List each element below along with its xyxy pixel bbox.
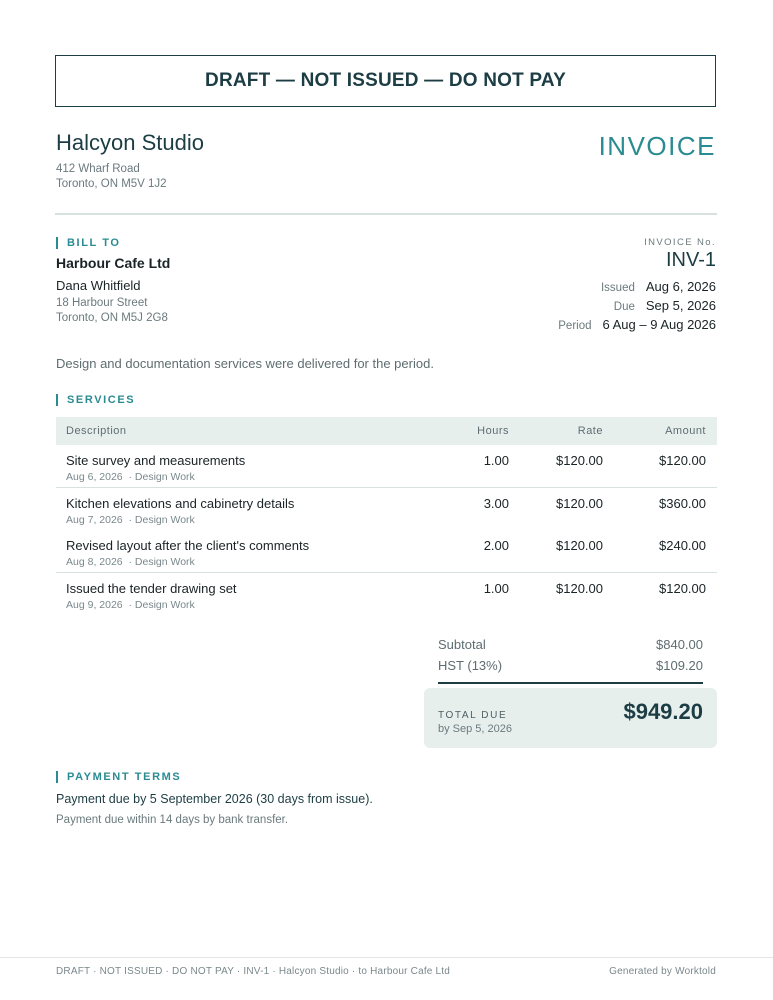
draft-banner: DRAFT — NOT ISSUED — DO NOT PAY (55, 55, 716, 107)
row-meta: Aug 9, 2026 · Design Work (66, 599, 436, 611)
row-title: Revised layout after the client's commen… (66, 538, 310, 553)
due-date: Sep 5, 2026 (645, 298, 716, 313)
row-amount: $240.00 (659, 538, 706, 553)
total-due-amount: $949.20 (623, 699, 703, 724)
issued-label: Issued (600, 282, 635, 294)
invoice-page: DRAFT — NOT ISSUED — DO NOT PAY Halcyon … (0, 0, 773, 1000)
subtotal-value: $840.00 (656, 637, 703, 652)
row-rate: $120.00 (556, 453, 603, 468)
row-rate: $120.00 (556, 538, 603, 553)
table-row: Kitchen elevations and cabinetry details… (56, 488, 717, 531)
row-date: Aug 6, 2026 (66, 471, 123, 483)
company-address-line1: 412 Wharf Road (56, 163, 140, 175)
tax-label: HST (13%) (438, 658, 503, 673)
services-table: Description Hours Rate Amount Site surve… (56, 417, 717, 615)
invoice-dates: Issued Aug 6, 2026 Due Sep 5, 2026 Perio… (558, 279, 716, 336)
tax-value: $109.20 (656, 658, 703, 673)
row-rate: $120.00 (556, 580, 603, 596)
row-hours: 3.00 (483, 495, 509, 511)
row-date: Aug 7, 2026 (66, 513, 123, 526)
row-amount: $120.00 (659, 453, 706, 468)
row-date: Aug 8, 2026 (66, 556, 123, 568)
row-title: Issued the tender drawing set (66, 580, 237, 596)
payment-terms-main: Payment due by 5 September 2026 (30 days… (56, 792, 373, 806)
table-row: Issued the tender drawing set Aug 9, 202… (56, 573, 717, 616)
invoice-number-label: INVOICE No. (644, 237, 716, 248)
row-category: · Design Work (128, 513, 195, 526)
bill-to-contact: Dana Whitfield (56, 278, 141, 293)
column-rate: Rate (577, 425, 603, 437)
invoice-number: INV-1 (665, 249, 716, 271)
issued-date: Aug 6, 2026 (645, 279, 716, 294)
row-hours: 2.00 (483, 538, 509, 553)
totals-block: Subtotal $840.00 HST (13%) $109.20 (438, 637, 703, 684)
row-category: · Design Work (128, 471, 195, 483)
row-title: Kitchen elevations and cabinetry details (66, 495, 295, 511)
column-amount: Amount (665, 425, 706, 437)
issued-row: Issued Aug 6, 2026 (558, 279, 716, 298)
payment-terms-sub: Payment due within 14 days by bank trans… (56, 814, 289, 826)
total-due-label: TOTAL DUE (438, 710, 508, 721)
totals-divider (438, 682, 703, 684)
row-category: · Design Work (128, 556, 195, 568)
document-title: INVOICE (598, 131, 716, 161)
row-amount: $120.00 (659, 580, 706, 596)
total-due-box: TOTAL DUE by Sep 5, 2026 $949.20 (424, 688, 717, 748)
table-row: Revised layout after the client's commen… (56, 530, 717, 573)
column-description: Description (66, 425, 127, 437)
bill-to-address: 18 Harbour Street Toronto, ON M5J 2G8 (56, 296, 168, 325)
bill-to-address-line2: Toronto, ON M5J 2G8 (56, 311, 168, 324)
row-date: Aug 9, 2026 (66, 598, 123, 611)
footer-right-text: Generated by Worktold (609, 966, 716, 977)
total-due-by: by Sep 5, 2026 (438, 723, 513, 735)
row-rate: $120.00 (556, 495, 603, 511)
footer-left-text: DRAFT · NOT ISSUED · DO NOT PAY · INV-1 … (56, 966, 451, 977)
table-row: Site survey and measurements Aug 6, 2026… (56, 445, 717, 488)
period-label: Period (558, 320, 592, 332)
row-amount: $360.00 (659, 495, 706, 511)
footer-divider (0, 957, 773, 958)
row-meta: Aug 8, 2026 · Design Work (66, 556, 436, 568)
row-hours: 1.00 (483, 580, 509, 596)
due-label: Due (613, 301, 635, 313)
company-block: Halcyon Studio 412 Wharf Road Toronto, O… (56, 130, 204, 191)
due-row: Due Sep 5, 2026 (558, 298, 716, 317)
bill-to-company: Harbour Cafe Ltd (56, 255, 171, 271)
row-meta: Aug 6, 2026 · Design Work (66, 471, 436, 483)
bill-to-address-line1: 18 Harbour Street (56, 297, 148, 309)
row-meta: Aug 7, 2026 · Design Work (66, 514, 436, 526)
invoice-number-block: INVOICE No. INV-1 (644, 237, 716, 272)
company-address-line2: Toronto, ON M5V 1J2 (56, 177, 167, 190)
tax-row: HST (13%) $109.20 (438, 658, 703, 679)
row-category: · Design Work (128, 598, 195, 611)
column-hours: Hours (477, 425, 509, 437)
subtotal-label: Subtotal (438, 637, 486, 652)
period-row: Period 6 Aug – 9 Aug 2026 (558, 317, 716, 336)
services-label: SERVICES (56, 394, 135, 406)
header-divider (55, 213, 717, 215)
subtotal-row: Subtotal $840.00 (438, 637, 703, 658)
table-header: Description Hours Rate Amount (56, 417, 717, 445)
row-hours: 1.00 (483, 453, 509, 468)
service-note: Design and documentation services were d… (56, 356, 434, 371)
company-name: Halcyon Studio (56, 130, 204, 155)
row-title: Site survey and measurements (66, 453, 246, 468)
payment-terms-label: PAYMENT TERMS (56, 771, 181, 783)
period-value: 6 Aug – 9 Aug 2026 (602, 317, 717, 332)
bill-to-label: BILL TO (56, 237, 121, 249)
